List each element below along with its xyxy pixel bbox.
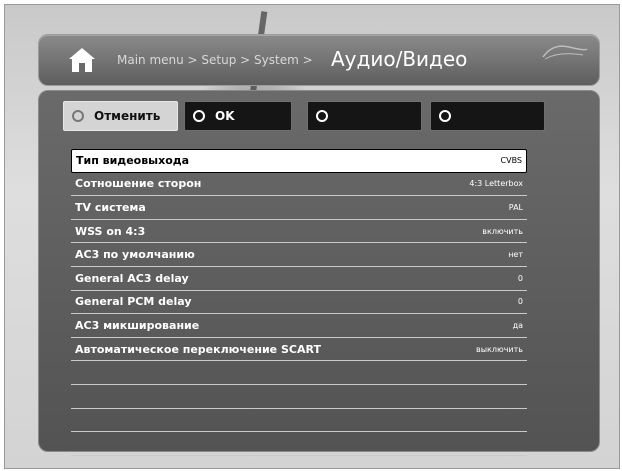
- home-icon[interactable]: [67, 46, 97, 74]
- yellow-key-icon: [316, 110, 328, 122]
- brand-logo: [542, 45, 588, 60]
- setting-row-tv-system[interactable]: TV система PAL: [71, 196, 527, 220]
- ok-button[interactable]: OK: [184, 101, 292, 131]
- setting-label: WSS on 4:3: [75, 224, 146, 238]
- cancel-button-label: Отменить: [94, 109, 161, 123]
- empty-row: [71, 409, 527, 433]
- setting-value: включить: [482, 226, 523, 236]
- empty-row: [71, 432, 527, 456]
- empty-row: [71, 361, 527, 385]
- setting-value: PAL: [508, 202, 523, 212]
- setting-row-video-output[interactable]: Тип видеовыхода CVBS: [71, 149, 527, 173]
- blue-key-icon: [439, 110, 451, 122]
- green-key-icon: [193, 110, 205, 122]
- setting-row-auto-scart[interactable]: Автоматическое переключение SCART выключ…: [71, 338, 527, 362]
- page-title: Аудио/Видео: [331, 47, 468, 71]
- setting-value: да: [512, 320, 523, 330]
- settings-panel: Отменить OK Тип видеовыхода CVBS Сотноше…: [38, 90, 600, 456]
- setting-value: выключить: [475, 344, 523, 354]
- setting-row-ac3-default[interactable]: AC3 по умолчанию нет: [71, 243, 527, 267]
- setting-label: General PCM delay: [75, 295, 192, 309]
- ok-button-label: OK: [215, 109, 235, 123]
- red-key-icon: [72, 110, 84, 122]
- setting-label: General AC3 delay: [75, 271, 189, 285]
- setting-row-wss[interactable]: WSS on 4:3 включить: [71, 220, 527, 244]
- settings-list: Тип видеовыхода CVBS Сотношение сторон 4…: [71, 149, 527, 456]
- setting-label: TV система: [75, 200, 146, 214]
- blue-key-button[interactable]: [430, 101, 545, 131]
- setting-label: Тип видеовыхода: [76, 154, 190, 168]
- setting-row-pcm-delay[interactable]: General PCM delay 0: [71, 291, 527, 315]
- setting-row-aspect-ratio[interactable]: Сотношение сторон 4:3 Letterbox: [71, 173, 527, 197]
- header-bar: Main menu > Setup > System > Аудио/Видео: [38, 34, 600, 86]
- breadcrumb: Main menu > Setup > System >: [117, 53, 313, 67]
- yellow-key-button[interactable]: [307, 101, 422, 131]
- setting-value: 4:3 Letterbox: [469, 179, 523, 189]
- setting-row-ac3-mixing[interactable]: AC3 микширование да: [71, 314, 527, 338]
- setting-label: AC3 микширование: [75, 318, 200, 332]
- setting-row-ac3-delay[interactable]: General AC3 delay 0: [71, 267, 527, 291]
- empty-row: [71, 385, 527, 409]
- setting-value: CVBS: [500, 156, 522, 166]
- setting-label: AC3 по умолчанию: [75, 248, 195, 262]
- setting-label: Сотношение сторон: [75, 177, 202, 191]
- setting-value: 0: [517, 273, 523, 283]
- setting-value: нет: [508, 250, 523, 260]
- setting-label: Автоматическое переключение SCART: [75, 342, 321, 356]
- cancel-button[interactable]: Отменить: [63, 101, 178, 131]
- setting-value: 0: [517, 297, 523, 307]
